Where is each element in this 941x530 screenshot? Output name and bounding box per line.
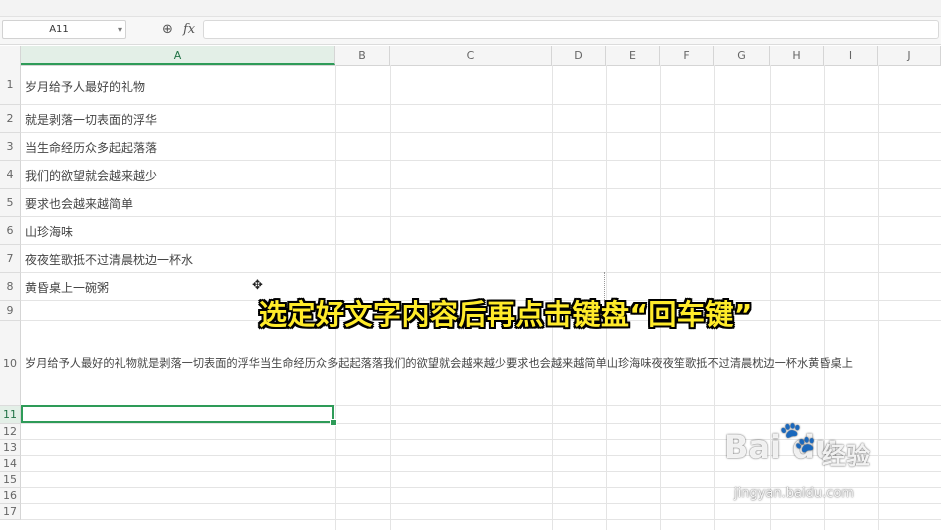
- window-top-strip: [0, 0, 941, 17]
- row-header-3[interactable]: 3: [0, 133, 21, 161]
- grid-line: [21, 471, 941, 472]
- row-header-17[interactable]: 17: [0, 504, 21, 520]
- row-header-5[interactable]: 5: [0, 189, 21, 217]
- row-header-2[interactable]: 2: [0, 105, 21, 133]
- cell-a7[interactable]: 夜夜笙歌抵不过清晨枕边一杯水: [25, 251, 193, 268]
- row-header-11[interactable]: 11: [0, 406, 21, 424]
- cell-a4[interactable]: 我们的欲望就会越来越少: [25, 167, 157, 184]
- formula-bar: A11 ▾ ⊕ fx: [0, 17, 941, 45]
- cell-a10[interactable]: 岁月给予人最好的礼物就是剥落一切表面的浮华当生命经历众多起起落落我们的欲望就会越…: [25, 355, 853, 371]
- row-header-6[interactable]: 6: [0, 217, 21, 245]
- column-header-c[interactable]: C: [390, 46, 552, 65]
- name-box[interactable]: A11 ▾: [2, 20, 126, 39]
- cell-a2[interactable]: 就是剥落一切表面的浮华: [25, 111, 157, 128]
- select-all-corner[interactable]: [0, 46, 21, 65]
- column-header-row: A B C D E F G H I J: [0, 46, 941, 66]
- move-cursor-icon: ✥: [252, 278, 263, 293]
- grid-line: [21, 503, 941, 504]
- cell-a6[interactable]: 山珍海味: [25, 223, 73, 240]
- cell-a5[interactable]: 要求也会越来越简单: [25, 195, 133, 212]
- column-header-e[interactable]: E: [606, 46, 660, 65]
- row-header-8[interactable]: 8: [0, 273, 21, 301]
- selected-cell-a11[interactable]: [21, 405, 334, 423]
- formula-input[interactable]: [203, 20, 939, 39]
- grid-line: [21, 244, 941, 245]
- row-header-14[interactable]: 14: [0, 456, 21, 472]
- grid-line: [21, 216, 941, 217]
- cell-a3[interactable]: 当生命经历众多起起落落: [25, 139, 157, 156]
- row-header-1[interactable]: 1: [0, 65, 21, 105]
- column-header-d[interactable]: D: [552, 46, 606, 65]
- row-header-16[interactable]: 16: [0, 488, 21, 504]
- row-header-9[interactable]: 9: [0, 301, 21, 321]
- paw-icon: 🐾: [779, 420, 817, 455]
- watermark-cn: 经验: [822, 442, 870, 470]
- column-header-f[interactable]: F: [660, 46, 714, 65]
- grid-line: [21, 160, 941, 161]
- column-header-j[interactable]: J: [878, 46, 941, 65]
- grid-line: [21, 132, 941, 133]
- column-header-g[interactable]: G: [714, 46, 770, 65]
- row-header-7[interactable]: 7: [0, 245, 21, 273]
- row-header-13[interactable]: 13: [0, 440, 21, 456]
- cell-a8[interactable]: 黄昏桌上一碗粥: [25, 279, 109, 296]
- column-header-h[interactable]: H: [770, 46, 824, 65]
- column-header-i[interactable]: I: [824, 46, 878, 65]
- column-header-a[interactable]: A: [21, 46, 335, 65]
- row-header-15[interactable]: 15: [0, 472, 21, 488]
- watermark-url: jingyan.baidu.com: [734, 486, 854, 501]
- row-header-12[interactable]: 12: [0, 424, 21, 440]
- grid-line: [21, 188, 941, 189]
- grid-line: [21, 104, 941, 105]
- column-header-b[interactable]: B: [335, 46, 390, 65]
- grid-line: [21, 272, 941, 273]
- chevron-down-icon[interactable]: ▾: [118, 21, 122, 38]
- grid-line: [878, 65, 879, 530]
- name-box-value: A11: [49, 24, 69, 35]
- function-icon[interactable]: fx: [183, 20, 195, 40]
- cell-a1[interactable]: 岁月给予人最好的礼物: [25, 78, 145, 95]
- row-header-10[interactable]: 10: [0, 321, 21, 406]
- zoom-icon[interactable]: ⊕: [162, 20, 173, 40]
- tutorial-caption: 选定好文字内容后再点击键盘“回车键”: [259, 298, 753, 331]
- grid-line: [21, 519, 941, 520]
- row-header-4[interactable]: 4: [0, 161, 21, 189]
- fill-handle[interactable]: [330, 419, 337, 426]
